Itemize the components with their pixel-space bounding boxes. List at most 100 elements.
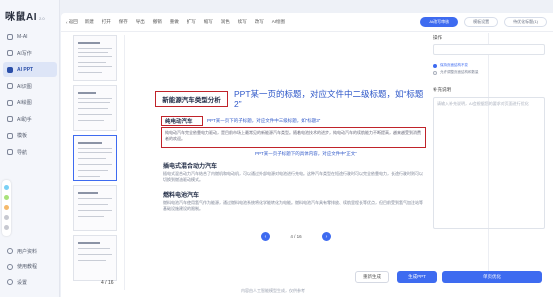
sidebar-item-label: AI助手: [17, 116, 32, 123]
brush-icon: [7, 99, 13, 106]
sidebar-item-ai-draw[interactable]: AI绘图: [3, 95, 57, 110]
slide-body-fcev[interactable]: 燃料电池汽车使用氢气作为能源，通过燃料电池系统将化学能转化为电能。燃料电池汽车具…: [163, 200, 425, 212]
slide-title[interactable]: 新能源汽车类型分析: [155, 91, 228, 107]
assistant-icon: [7, 116, 13, 122]
toolbar-new[interactable]: 新建: [85, 19, 94, 25]
toolbar-open[interactable]: 打开: [102, 19, 111, 25]
user-icon: [7, 248, 13, 254]
brand-version: 2.0: [39, 16, 45, 21]
toolbar-undo[interactable]: 撤销: [153, 19, 162, 25]
sidebar-item-label: AI绘图: [17, 100, 32, 106]
floating-dot-icon[interactable]: [4, 195, 9, 200]
sidebar-item-label: AI PPT: [17, 66, 34, 73]
editor-main: ‹ 返回 新建 打开 保存 导出 撤销 重做 扩写 缩写 润色 续写 改写 AI…: [61, 13, 553, 297]
toolbar-pills: AI改写审核 模板设置 待优化标题(1): [414, 17, 547, 27]
sidebar-item-ai-recognize[interactable]: AI识图: [3, 79, 57, 94]
radio-keep-structure-label: 保持页面结构不变: [440, 63, 468, 67]
floating-dot-icon[interactable]: [4, 225, 9, 230]
slide-pager: ‹ 4 / 16 ›: [261, 231, 331, 242]
slide-heading-phev[interactable]: 插电式混合动力汽车: [163, 161, 217, 170]
bottom-actions: 重新生成 生成PPT: [355, 271, 437, 283]
template-settings-button[interactable]: 模板设置: [464, 17, 499, 27]
next-page-button[interactable]: ›: [321, 232, 331, 241]
compass-icon: [7, 149, 13, 155]
back-label: 返回: [68, 19, 78, 24]
sidebar-item-settings[interactable]: 设置: [3, 275, 57, 289]
chat-icon: [7, 33, 13, 40]
thumbnail-page-indicator: 4 / 16: [101, 280, 114, 286]
slide-thumbnail[interactable]: [73, 35, 117, 81]
slide-thumbnail-active[interactable]: [73, 135, 117, 181]
toolbar-expand[interactable]: 扩写: [187, 19, 196, 25]
sidebar: 咪鼠AI 2.0 M-AI AI写作 AI PPT AI识图 AI绘图 AI助手…: [0, 0, 60, 297]
sidebar-item-template[interactable]: 模板: [3, 128, 57, 143]
toolbar-polish[interactable]: 润色: [221, 19, 230, 25]
prev-page-button[interactable]: ‹: [261, 232, 270, 241]
sidebar-nav: M-AI AI写作 AI PPT AI识图 AI绘图 AI助手 模板 导航: [3, 29, 57, 161]
sidebar-item-label: M-AI: [17, 33, 28, 40]
pending-titles-button[interactable]: 待优化标题(1): [504, 17, 547, 27]
page-indicator: 4 / 16: [290, 234, 302, 239]
sidebar-item-navigation[interactable]: 导航: [3, 145, 57, 160]
toolbar-continue[interactable]: 续写: [238, 19, 247, 25]
sidebar-item-label: 设置: [17, 279, 28, 286]
pen-icon: [7, 50, 13, 56]
notes-textarea[interactable]: 请输入补充说明，AI会根据您的要求对页面进行优化: [433, 97, 545, 229]
slide-thumbnails[interactable]: [69, 35, 125, 290]
toolbar-shorten[interactable]: 缩写: [204, 19, 213, 25]
ai-disclaimer: 内容由人工智能模型生成，仅供参考: [241, 288, 305, 293]
toolbar-ai-draw[interactable]: AI绘图: [272, 19, 285, 25]
sidebar-item-m-ai[interactable]: M-AI: [3, 29, 57, 44]
settings-icon: [7, 279, 13, 285]
sidebar-item-ai-assistant[interactable]: AI助手: [3, 112, 57, 127]
slide-thumbnail[interactable]: [73, 185, 117, 231]
sidebar-item-ai-write[interactable]: AI写作: [3, 46, 57, 61]
toolbar-rewrite[interactable]: 改写: [255, 19, 264, 25]
slide-paragraph-annotation: PPT某一页子标题下的具体内容，对应文件中“正文”: [255, 151, 357, 156]
floating-dot-icon[interactable]: [4, 185, 9, 190]
brand-name: 咪鼠AI: [5, 12, 37, 23]
editor-toolbar: ‹ 返回 新建 打开 保存 导出 撤销 重做 扩写 缩写 润色 续写 改写 AI…: [61, 13, 553, 32]
ppt-icon: [7, 66, 13, 73]
radio-adjust-structure[interactable]: 允许调整页面结构和数量: [433, 70, 545, 75]
brand-logo: 咪鼠AI 2.0: [5, 8, 45, 23]
operation-select[interactable]: [433, 44, 545, 55]
operation-label: 操作: [433, 35, 442, 40]
sidebar-item-label: 使用教程: [17, 264, 38, 270]
sidebar-item-label: 用户资料: [17, 248, 38, 255]
sidebar-item-profile[interactable]: 用户资料: [3, 244, 57, 258]
slide-thumbnail[interactable]: [73, 85, 117, 131]
regenerate-button[interactable]: 重新生成: [355, 271, 389, 283]
sidebar-item-tutorial[interactable]: 使用教程: [3, 260, 57, 274]
sidebar-item-label: AI写作: [17, 50, 32, 57]
floating-dot-icon[interactable]: [4, 205, 9, 210]
toolbar-save[interactable]: 保存: [119, 19, 128, 25]
radio-unchecked-icon: [433, 70, 437, 75]
generate-ppt-button[interactable]: 生成PPT: [397, 271, 437, 283]
back-button[interactable]: ‹ 返回: [66, 19, 78, 25]
floating-toolbar[interactable]: [2, 180, 11, 236]
radio-keep-structure[interactable]: 保持页面结构不变: [433, 63, 545, 68]
sidebar-item-label: AI识图: [17, 83, 32, 90]
slide-subtitle-annotation: PPT某一页下的子标题，对应文件中三级标题，如“标题3”: [207, 118, 321, 123]
sidebar-bottom: 用户资料 使用教程 设置: [3, 244, 57, 291]
toolbar-export[interactable]: 导出: [136, 19, 145, 25]
slide-paragraph[interactable]: 纯电动汽车完全依靠电力驱动，是目前市场上最常见的新能源汽车类型。随着电池技术的进…: [161, 127, 426, 148]
help-icon: [7, 263, 13, 270]
image-icon: [7, 83, 13, 89]
right-panel: 操作 保持页面结构不变 允许调整页面结构和数量 补充说明 请输入补充说明，AI会…: [433, 35, 545, 267]
optimize-page-button[interactable]: 单页优化: [442, 271, 542, 283]
app-window: 咪鼠AI 2.0 M-AI AI写作 AI PPT AI识图 AI绘图 AI助手…: [0, 0, 553, 297]
toolbar-redo[interactable]: 重做: [170, 19, 179, 25]
notes-label: 补充说明: [433, 87, 451, 92]
slide-body-phev[interactable]: 插电式混合动力汽车结合了内燃机和电动机，可以通过外部电源对电池进行充电。这种汽车…: [163, 171, 425, 183]
slide-thumbnail[interactable]: [73, 235, 117, 281]
floating-dot-icon[interactable]: [4, 215, 9, 220]
slide-subtitle[interactable]: 纯电动汽车: [161, 116, 203, 126]
radio-adjust-structure-label: 允许调整页面结构和数量: [440, 70, 479, 74]
slide-heading-fcev[interactable]: 燃料电池汽车: [163, 190, 199, 199]
slide-title-annotation: PPT某一页的标题，对应文件中二级标题，如“标题2”: [234, 89, 424, 109]
ai-rewrite-review-button[interactable]: AI改写审核: [420, 17, 459, 27]
sidebar-item-ai-ppt[interactable]: AI PPT: [3, 62, 57, 77]
radio-checked-icon: [433, 63, 437, 68]
